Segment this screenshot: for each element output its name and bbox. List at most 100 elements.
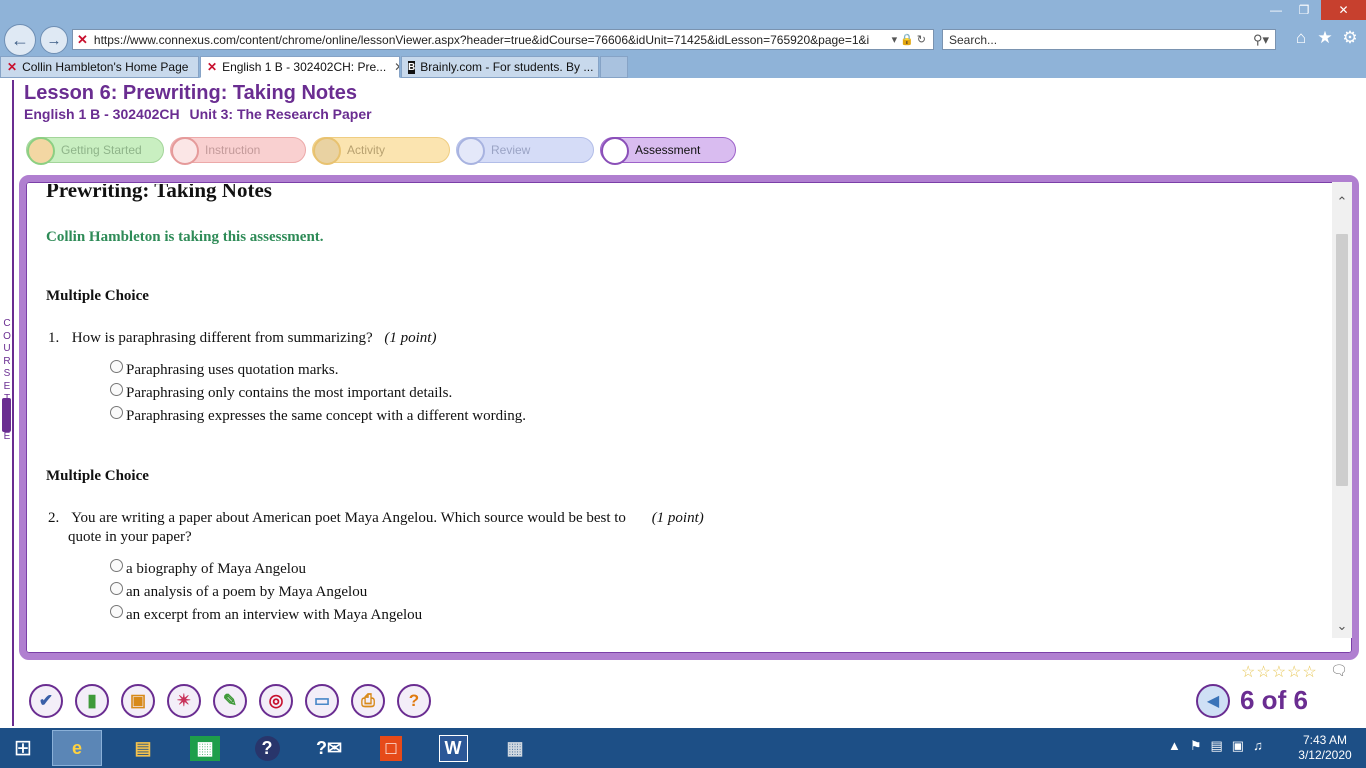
pushpin-icon[interactable]: ✴ xyxy=(167,684,201,718)
radio-button[interactable] xyxy=(110,605,123,618)
step-activity[interactable]: Activity xyxy=(312,137,450,165)
close-tab-icon[interactable]: ✕ xyxy=(394,60,399,74)
book-icon xyxy=(171,137,199,165)
word-icon[interactable]: W xyxy=(428,730,478,766)
help-app-icon[interactable]: ? xyxy=(242,730,292,766)
store-badge: ▦ xyxy=(190,735,220,761)
taskbar-clock[interactable]: 7:43 AM 3/12/2020 xyxy=(1292,733,1358,763)
tab-english-lesson[interactable]: ✕ English 1 B - 302402CH: Pre... ✕ xyxy=(200,56,400,78)
answer-option[interactable]: a biography of Maya Angelou xyxy=(110,559,306,578)
tab-label: Collin Hambleton's Home Page xyxy=(22,60,189,74)
close-window-icon[interactable]: ✕ xyxy=(1321,0,1366,20)
assessment-content: Prewriting: Taking Notes Collin Hambleto… xyxy=(46,184,1321,642)
tab-brainly[interactable]: B Brainly.com - For students. By ... xyxy=(401,56,599,78)
back-button[interactable]: ← xyxy=(4,24,36,56)
chevron-down-icon[interactable]: ⌄ xyxy=(1332,616,1352,636)
target-icon[interactable]: ◎ xyxy=(259,684,293,718)
minimize-icon[interactable]: — xyxy=(1262,0,1290,20)
browser-chrome: — ❐ ✕ ← → ✕ https://www.connexus.com/con… xyxy=(0,0,1366,78)
search-input[interactable]: Search... xyxy=(949,33,1253,47)
step-getting-started[interactable]: Getting Started xyxy=(26,137,164,165)
course-tree-sidebar[interactable]: COURSE TREE xyxy=(0,80,14,726)
favorites-star-icon[interactable]: ★ xyxy=(1314,28,1336,48)
restore-icon[interactable]: ❐ xyxy=(1290,0,1318,20)
address-url[interactable]: https://www.connexus.com/content/chrome/… xyxy=(94,33,888,47)
tab-label: Brainly.com - For students. By ... xyxy=(420,60,594,74)
course-name: English 1 B - 302402CH xyxy=(24,106,180,122)
help-question-icon[interactable]: ? xyxy=(397,684,431,718)
support-bell-icon[interactable]: ?✉ xyxy=(304,730,354,766)
windows-start-icon[interactable]: ⊞ xyxy=(8,734,38,762)
option-label[interactable]: Paraphrasing only contains the most impo… xyxy=(126,385,452,402)
option-label[interactable]: a biography of Maya Angelou xyxy=(126,561,306,578)
rating-stars[interactable]: ☆☆☆☆☆ xyxy=(1241,662,1318,682)
address-tools-icon[interactable]: ▾🔒↻ xyxy=(888,33,933,46)
step-review[interactable]: Review xyxy=(456,137,594,165)
question-2-continued: quote in your paper? xyxy=(68,529,192,546)
radio-button[interactable] xyxy=(110,360,123,373)
clock-date: 3/12/2020 xyxy=(1298,748,1352,762)
search-box[interactable]: Search... ⚲▾ xyxy=(942,29,1276,50)
page-heading: Prewriting: Taking Notes xyxy=(46,184,272,202)
monitor-icon[interactable]: ▭ xyxy=(305,684,339,718)
printer-icon[interactable]: ⎙ xyxy=(351,684,385,718)
comment-bubble-icon[interactable]: 🗨 xyxy=(1330,662,1348,679)
answer-option[interactable]: an analysis of a poem by Maya Angelou xyxy=(110,582,367,601)
radio-button[interactable] xyxy=(110,383,123,396)
step-assessment[interactable]: Assessment xyxy=(600,137,736,165)
new-tab-button[interactable] xyxy=(600,56,628,78)
calculator-icon[interactable]: ▦ xyxy=(490,730,540,766)
vertical-scrollbar[interactable]: ⌃ ⌄ xyxy=(1332,182,1352,638)
forward-button[interactable]: → xyxy=(40,26,68,54)
radio-button[interactable] xyxy=(110,582,123,595)
radio-button[interactable] xyxy=(110,559,123,572)
step-label: Activity xyxy=(347,143,386,157)
answer-option[interactable]: an excerpt from an interview with Maya A… xyxy=(110,605,422,624)
lesson-content-frame: Prewriting: Taking Notes Collin Hambleto… xyxy=(19,175,1359,660)
tab-home-page[interactable]: ✕ Collin Hambleton's Home Page xyxy=(0,56,199,78)
question-number: 2. xyxy=(48,510,60,526)
file-explorer-icon[interactable]: ▤ xyxy=(118,730,168,766)
home-icon[interactable]: ⌂ xyxy=(1290,28,1312,48)
course-tree-toggle-handle[interactable] xyxy=(2,398,11,432)
office-icon[interactable]: □ xyxy=(366,730,416,766)
search-icon[interactable]: ⚲▾ xyxy=(1253,32,1275,48)
help-badge: ? xyxy=(254,735,280,761)
step-label: Review xyxy=(491,143,531,157)
step-label: Getting Started xyxy=(61,143,142,157)
question-points: (1 point) xyxy=(384,330,437,346)
internet-explorer-icon[interactable]: e xyxy=(52,730,102,766)
tab-label: English 1 B - 302402CH: Pre... xyxy=(222,60,387,74)
checkmark-tool-icon[interactable]: ✔ xyxy=(29,684,63,718)
step-label: Instruction xyxy=(205,143,261,157)
chevron-up-icon[interactable]: ⌃ xyxy=(1332,192,1352,212)
backpack-icon[interactable]: ▣ xyxy=(121,684,155,718)
step-label: Assessment xyxy=(635,143,701,157)
option-label[interactable]: an analysis of a poem by Maya Angelou xyxy=(126,584,367,601)
previous-page-button[interactable]: ◀ xyxy=(1196,684,1230,718)
system-tray[interactable]: ▲⚑▤▣♫ xyxy=(1168,738,1272,754)
bookmark-book-icon[interactable]: ▮ xyxy=(75,684,109,718)
page-counter: 6 of 6 xyxy=(1240,685,1308,715)
radio-button[interactable] xyxy=(110,406,123,419)
books-icon xyxy=(313,137,341,165)
option-label[interactable]: an excerpt from an interview with Maya A… xyxy=(126,607,422,624)
answer-option[interactable]: Paraphrasing uses quotation marks. xyxy=(110,360,338,379)
section-heading: Multiple Choice xyxy=(46,288,149,304)
review-cycle-icon xyxy=(457,137,485,165)
answer-option[interactable]: Paraphrasing expresses the same concept … xyxy=(110,406,526,425)
step-instruction[interactable]: Instruction xyxy=(170,137,306,165)
windows-taskbar: ⊞ e ▤ ▦ ? ?✉ □ W ▦ ▲⚑▤▣♫ 7:43 AM 3/12/20… xyxy=(0,728,1366,768)
address-bar[interactable]: ✕ https://www.connexus.com/content/chrom… xyxy=(72,29,934,50)
option-label[interactable]: Paraphrasing expresses the same concept … xyxy=(126,408,526,425)
scrollbar-thumb[interactable] xyxy=(1336,234,1348,486)
section-heading: Multiple Choice xyxy=(46,468,149,484)
question-text-line2: quote in your paper? xyxy=(68,529,192,545)
settings-gear-icon[interactable]: ⚙ xyxy=(1339,28,1361,48)
answer-option[interactable]: Paraphrasing only contains the most impo… xyxy=(110,383,452,402)
tab-strip: ✕ Collin Hambleton's Home Page ✕ English… xyxy=(0,56,1366,78)
gradebook-icon[interactable]: ✎ xyxy=(213,684,247,718)
store-icon[interactable]: ▦ xyxy=(180,730,230,766)
question-text-line1: You are writing a paper about American p… xyxy=(71,510,626,526)
option-label[interactable]: Paraphrasing uses quotation marks. xyxy=(126,362,338,379)
